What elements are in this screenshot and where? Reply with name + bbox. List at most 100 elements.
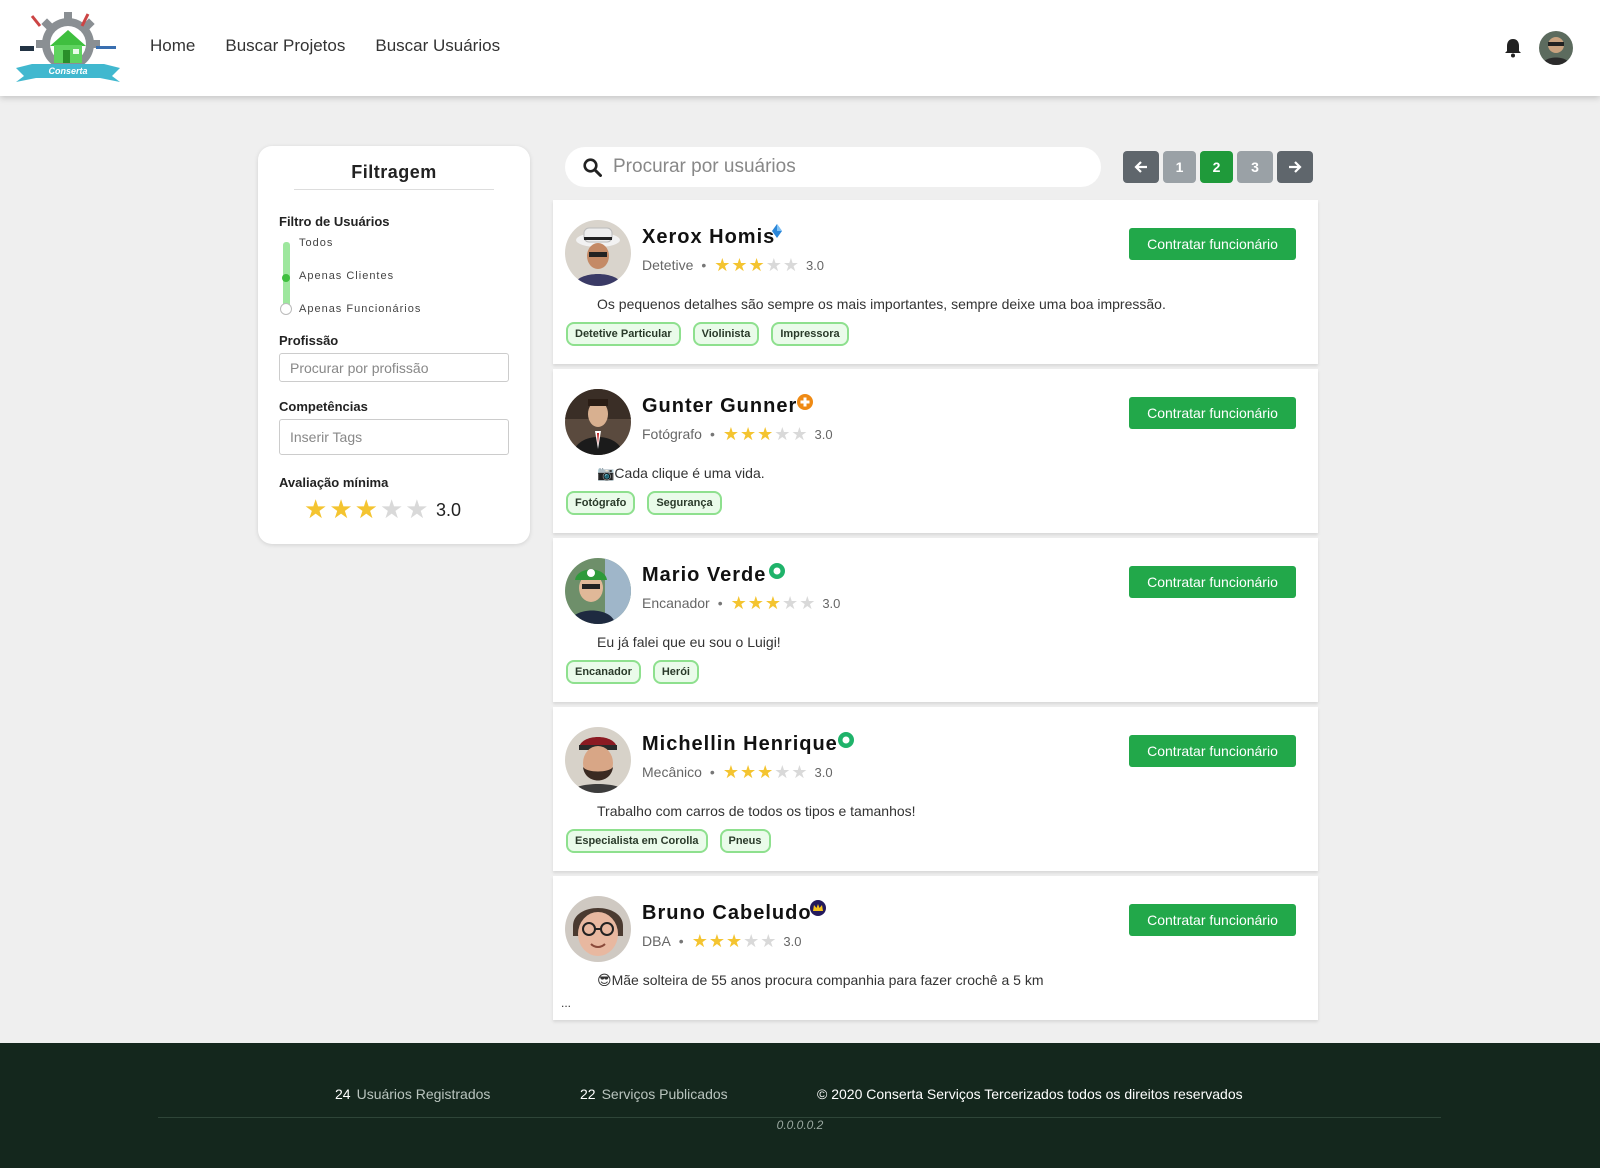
footer: 24 Usuários Registrados 22 Serviços Public… (0, 1043, 1600, 1168)
user-photo[interactable] (565, 220, 631, 286)
star-icon[interactable]: ★ (380, 496, 403, 522)
star-icon[interactable]: ★ (355, 496, 378, 522)
hire-button[interactable]: Contratar funcionário (1129, 228, 1296, 260)
user-name[interactable]: Michellin Henrique (642, 733, 838, 756)
user-filter-option-employees[interactable]: Apenas Funcionários (299, 303, 421, 315)
tag-chip[interactable]: Herói (652, 660, 699, 684)
user-description: 😎Mãe solteira de 55 anos procura companh… (597, 972, 1044, 988)
user-filter-option-all[interactable]: Todos (299, 237, 333, 249)
profession-label: Profissão (279, 333, 339, 348)
orange-plus-icon (797, 394, 813, 410)
star-icon: ★ (722, 424, 739, 444)
tag-chip[interactable]: Segurança (647, 491, 722, 515)
user-rating-value: 3.0 (783, 933, 802, 949)
user-photo[interactable] (565, 558, 631, 624)
user-card: Gunter Gunner Fotógrafo • ★ ★ ★ ★ ★ 3.0 Cont… (553, 369, 1318, 533)
user-tags: Fotógrafo Segurança (566, 491, 722, 515)
user-filter-selected-dot[interactable] (282, 274, 290, 282)
user-profession: DBA (642, 933, 671, 949)
hire-button[interactable]: Contratar funcionário (1129, 397, 1296, 429)
user-card: Xerox Homis Detetive • ★ ★ ★ ★ ★ 3.0 Contrat… (553, 200, 1318, 364)
user-profession: Detetive (642, 257, 694, 273)
notification-bell-icon[interactable] (1504, 38, 1522, 58)
prev-page-button[interactable] (1123, 151, 1159, 183)
green-ring-icon (769, 563, 785, 579)
user-card: Michellin Henrique Mecânico • ★ ★ ★ ★ ★ 3.0 … (553, 707, 1318, 871)
published-services-label: Serviços Publicados (601, 1086, 728, 1102)
tag-chip[interactable]: Impressora (771, 322, 849, 346)
tag-chip[interactable]: Especialista em Corolla (566, 829, 708, 853)
conserta-logo[interactable]: Conserta (12, 8, 124, 86)
user-filter-option-clients[interactable]: Apenas Clientes (299, 270, 394, 282)
user-name[interactable]: Gunter Gunner (642, 395, 797, 418)
tag-chip[interactable]: Pneus (719, 829, 771, 853)
hire-button[interactable]: Contratar funcionário (1129, 904, 1296, 936)
page-1-button[interactable]: 1 (1163, 151, 1196, 183)
published-services-count: 22 (580, 1086, 596, 1102)
filter-title: Filtragem (351, 162, 437, 182)
user-rating-value: 3.0 (822, 595, 841, 611)
star-icon: ★ (782, 593, 799, 613)
blue-diamond-icon (772, 224, 782, 238)
navbar: Conserta Home Buscar Projetos Buscar Usu… (0, 0, 1600, 96)
star-icon: ★ (714, 255, 731, 275)
user-photo[interactable] (565, 389, 631, 455)
user-photo[interactable] (565, 727, 631, 793)
filter-panel: Filtragem Filtro de Usuários Todos Apena… (258, 146, 530, 544)
registered-users-count: 24 (335, 1086, 351, 1102)
footer-registered-users: 24 Usuários Registrados (335, 1086, 490, 1102)
user-meta: Encanador • ★ ★ ★ ★ ★ 3.0 (642, 594, 840, 612)
tag-chip[interactable]: Detetive Particular (566, 322, 681, 346)
user-name[interactable]: Mario Verde (642, 564, 766, 587)
user-avatar[interactable] (1539, 31, 1573, 65)
crown-icon (810, 900, 826, 916)
star-icon[interactable]: ★ (405, 496, 428, 522)
user-meta: Fotógrafo • ★ ★ ★ ★ ★ 3.0 (642, 425, 833, 443)
user-name[interactable]: Bruno Cabeludo (642, 902, 812, 925)
star-icon: ★ (799, 593, 816, 613)
user-search-bar (565, 147, 1101, 187)
user-description: Trabalho com carros de todos os tipos e … (597, 803, 916, 819)
min-rating-stars[interactable]: ★ ★ ★ ★ ★ (304, 496, 429, 522)
star-icon[interactable]: ★ (329, 496, 352, 522)
star-icon: ★ (743, 931, 760, 951)
description-ellipsis: ... (561, 996, 572, 1010)
footer-copyright: © 2020 Conserta Serviços Tercerizados to… (817, 1086, 1243, 1102)
star-icon: ★ (774, 424, 791, 444)
nav-search-projects-link[interactable]: Buscar Projetos (225, 36, 345, 56)
star-icon[interactable]: ★ (304, 496, 327, 522)
next-page-button[interactable] (1277, 151, 1313, 183)
profession-input[interactable] (279, 353, 509, 382)
nav-search-users-link[interactable]: Buscar Usuários (375, 36, 500, 56)
tag-chip[interactable]: Fotógrafo (566, 491, 636, 515)
skills-tags-input[interactable] (279, 419, 509, 455)
page-2-button[interactable]: 2 (1200, 151, 1233, 183)
user-name[interactable]: Xerox Homis (642, 226, 775, 249)
pagination: 1 2 3 (1123, 151, 1313, 183)
user-photo[interactable] (565, 896, 631, 962)
user-rating-stars: ★ ★ ★ ★ ★ (692, 932, 777, 950)
hire-button[interactable]: Contratar funcionário (1129, 735, 1296, 767)
star-icon: ★ (739, 424, 757, 444)
tag-chip[interactable]: Violinista (692, 322, 760, 346)
user-search-input[interactable] (613, 153, 1083, 181)
star-icon: ★ (757, 762, 774, 782)
nav-links: Home Buscar Projetos Buscar Usuários (150, 36, 500, 56)
star-icon: ★ (791, 424, 808, 444)
nav-home-link[interactable]: Home (150, 36, 195, 56)
user-rating-stars: ★ ★ ★ ★ ★ (731, 594, 816, 612)
min-rating-value: 3.0 (436, 500, 462, 520)
user-meta: Mecânico • ★ ★ ★ ★ ★ 3.0 (642, 763, 833, 781)
hire-button[interactable]: Contratar funcionário (1129, 566, 1296, 598)
tag-chip[interactable]: Encanador (566, 660, 641, 684)
user-filter-radio-employees[interactable] (280, 303, 292, 315)
user-rating-value: 3.0 (805, 257, 825, 273)
page-3-button[interactable]: 3 (1237, 151, 1273, 183)
separator-dot: • (709, 764, 715, 780)
footer-published-services: 22 Serviços Publicados (580, 1086, 728, 1102)
user-card: Bruno Cabeludo DBA • ★ ★ ★ ★ ★ 3.0 Contratar… (553, 876, 1318, 1020)
user-rating-value: 3.0 (814, 426, 833, 442)
star-icon: ★ (747, 593, 764, 613)
user-description: Os pequenos detalhes são sempre os mais … (597, 296, 1166, 312)
user-tags: Encanador Herói (566, 660, 699, 684)
